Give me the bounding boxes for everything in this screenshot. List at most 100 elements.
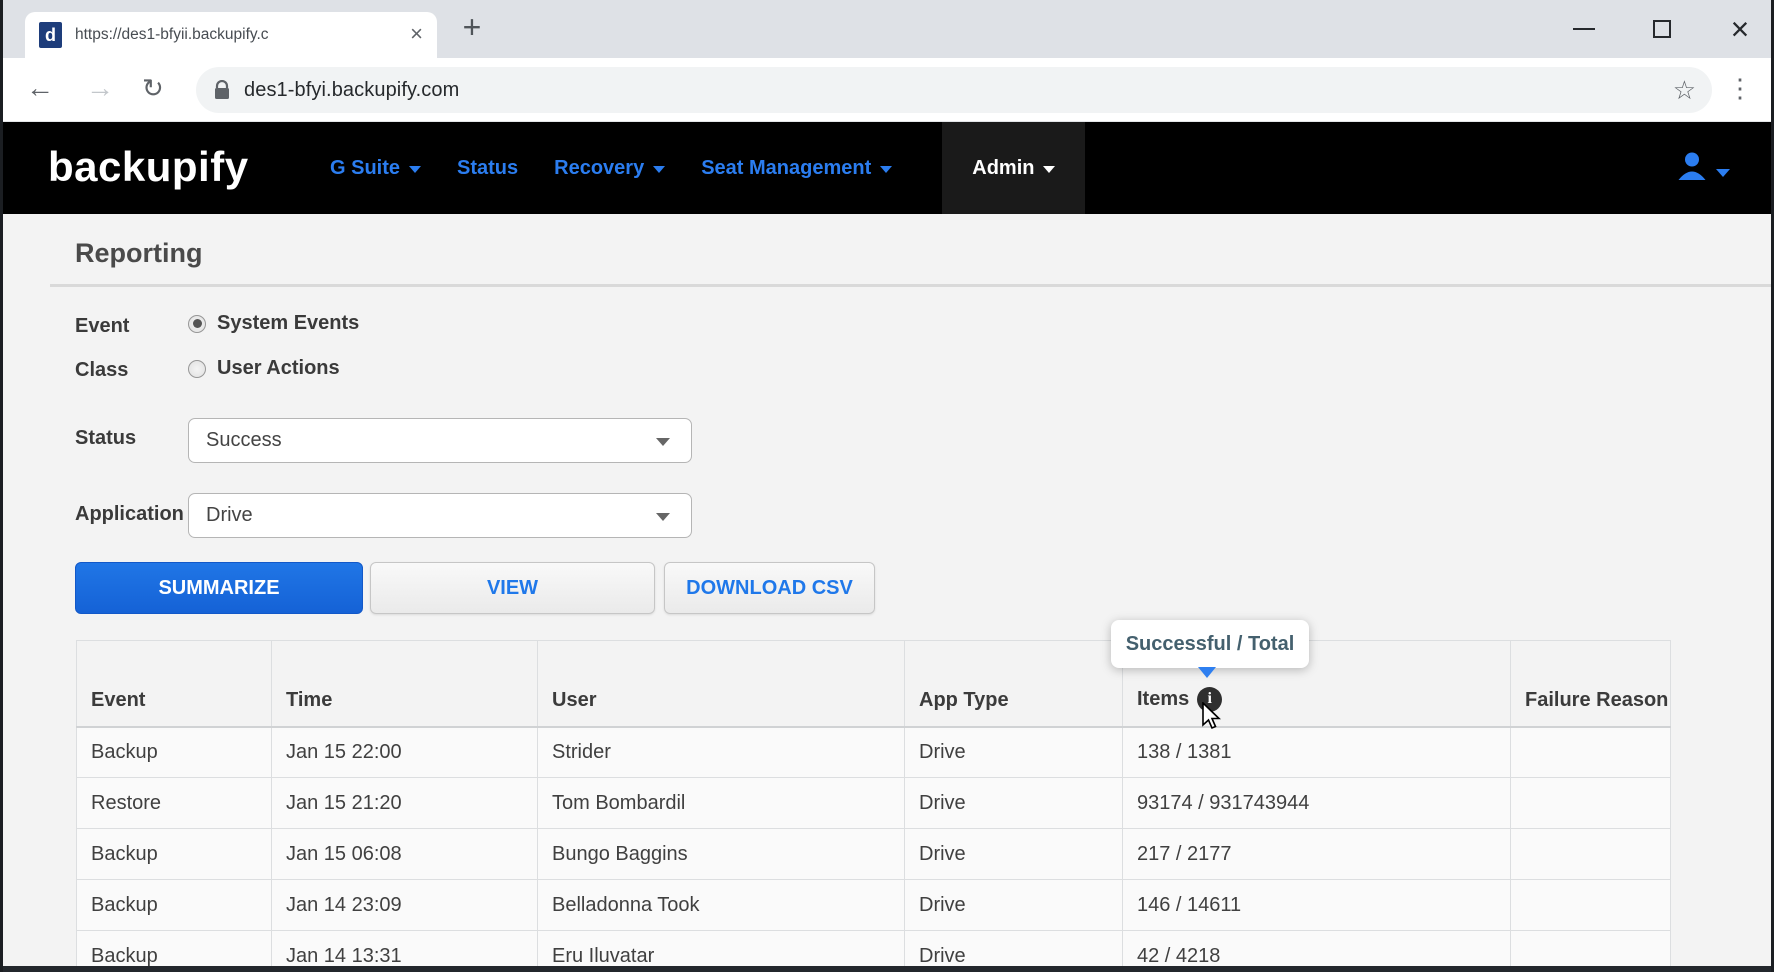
nav-item-label: Recovery bbox=[554, 157, 644, 180]
cell-app-type: Drive bbox=[905, 880, 1123, 931]
caret-down-icon bbox=[1043, 166, 1055, 173]
nav-item-label: Admin bbox=[972, 157, 1034, 180]
application-select-value: Drive bbox=[206, 504, 253, 526]
backupify-logo[interactable]: backupify bbox=[48, 122, 249, 214]
url-text: des1-bfyi.backupify.com bbox=[244, 79, 459, 102]
table-row: Backup Jan 15 06:08 Bungo Baggins Drive … bbox=[77, 829, 1671, 880]
tooltip-arrow-icon bbox=[1198, 667, 1216, 678]
table-header-row: Event Time User App Type Items i Failure… bbox=[77, 641, 1671, 727]
status-label: Status bbox=[75, 427, 136, 450]
page-title: Reporting bbox=[75, 238, 203, 269]
event-class-label-line1: Event bbox=[75, 304, 129, 348]
summarize-button[interactable]: SUMMARIZE bbox=[75, 562, 363, 614]
window-minimize-button[interactable] bbox=[1572, 17, 1596, 41]
table-row: Restore Jan 15 21:20 Tom Bombardil Drive… bbox=[77, 778, 1671, 829]
header-event: Event bbox=[77, 641, 272, 727]
header-failure-reason: Failure Reason bbox=[1511, 641, 1671, 727]
app-navbar: backupify G Suite Status Recovery Seat M… bbox=[0, 122, 1774, 214]
caret-down-icon bbox=[409, 166, 421, 173]
cell-items: 93174 / 931743944 bbox=[1123, 778, 1511, 829]
cell-app-type: Drive bbox=[905, 778, 1123, 829]
caret-down-icon bbox=[653, 166, 665, 173]
event-class-label: Event Class bbox=[75, 304, 129, 392]
nav-items: G Suite Status Recovery Seat Management … bbox=[330, 122, 1085, 214]
report-table: Event Time User App Type Items i Failure… bbox=[76, 640, 1671, 972]
table-row: Backup Jan 15 22:00 Strider Drive 138 / … bbox=[77, 727, 1671, 778]
header-user: User bbox=[538, 641, 905, 727]
nav-item-label: G Suite bbox=[330, 157, 400, 180]
cell-time: Jan 15 06:08 bbox=[272, 829, 538, 880]
reload-button[interactable]: ↻ bbox=[142, 58, 164, 121]
application-label: Application bbox=[75, 503, 191, 526]
nav-item-gsuite[interactable]: G Suite bbox=[330, 122, 421, 214]
cell-items: 146 / 14611 bbox=[1123, 880, 1511, 931]
status-select[interactable]: Success bbox=[188, 418, 692, 463]
status-select-value: Success bbox=[206, 429, 282, 451]
application-select[interactable]: Drive bbox=[188, 493, 692, 538]
mouse-cursor bbox=[1200, 702, 1224, 735]
browser-titlebar: d https://des1-bfyii.backupify.c × + × bbox=[0, 0, 1774, 58]
window-controls: × bbox=[1572, 0, 1752, 58]
nav-item-status[interactable]: Status bbox=[457, 122, 518, 214]
radio-dot bbox=[193, 319, 202, 328]
window-close-button[interactable]: × bbox=[1728, 17, 1752, 41]
radio-user-actions[interactable]: User Actions bbox=[188, 357, 340, 380]
reporting-page: Reporting Event Class System Events User… bbox=[0, 214, 1774, 972]
cell-failure-reason bbox=[1511, 880, 1671, 931]
user-menu[interactable] bbox=[1676, 122, 1730, 214]
cell-user: Strider bbox=[538, 727, 905, 778]
cell-items: 138 / 1381 bbox=[1123, 727, 1511, 778]
header-time: Time bbox=[272, 641, 538, 727]
view-button[interactable]: VIEW bbox=[370, 562, 655, 614]
header-app-type: App Type bbox=[905, 641, 1123, 727]
address-bar[interactable]: des1-bfyi.backupify.com ☆ bbox=[196, 67, 1712, 113]
new-tab-button[interactable]: + bbox=[452, 8, 492, 48]
radio-button[interactable] bbox=[188, 360, 206, 378]
back-button[interactable]: ← bbox=[26, 58, 54, 121]
event-class-label-line2: Class bbox=[75, 348, 129, 392]
browser-toolbar: ← → ↻ des1-bfyi.backupify.com ☆ ⋮ bbox=[0, 58, 1774, 122]
maximize-icon bbox=[1653, 20, 1671, 38]
cell-time: Jan 14 23:09 bbox=[272, 880, 538, 931]
download-csv-button[interactable]: DOWNLOAD CSV bbox=[664, 562, 875, 614]
forward-button[interactable]: → bbox=[86, 58, 114, 121]
header-items-label: Items bbox=[1137, 688, 1189, 711]
cell-event: Backup bbox=[77, 829, 272, 880]
cell-app-type: Drive bbox=[905, 727, 1123, 778]
cell-failure-reason bbox=[1511, 829, 1671, 880]
radio-system-events[interactable]: System Events bbox=[188, 312, 359, 335]
bookmark-star-icon[interactable]: ☆ bbox=[1673, 77, 1696, 103]
cell-time: Jan 15 22:00 bbox=[272, 727, 538, 778]
window-border-bottom bbox=[0, 966, 1774, 972]
window-border-left bbox=[0, 0, 3, 972]
radio-label[interactable]: User Actions bbox=[217, 357, 340, 380]
nav-item-admin[interactable]: Admin bbox=[942, 122, 1085, 214]
cell-app-type: Drive bbox=[905, 829, 1123, 880]
tab-close-icon[interactable]: × bbox=[410, 12, 423, 58]
cell-failure-reason bbox=[1511, 727, 1671, 778]
nav-item-label: Seat Management bbox=[701, 157, 871, 180]
nav-item-recovery[interactable]: Recovery bbox=[554, 122, 665, 214]
nav-item-seat-management[interactable]: Seat Management bbox=[701, 122, 892, 214]
browser-menu-icon[interactable]: ⋮ bbox=[1727, 58, 1753, 121]
items-tooltip: Successful / Total bbox=[1111, 620, 1309, 668]
radio-label[interactable]: System Events bbox=[217, 312, 359, 335]
tab-title-fade bbox=[325, 13, 369, 57]
title-divider bbox=[50, 284, 1774, 287]
user-icon bbox=[1676, 150, 1708, 187]
lock-icon bbox=[214, 80, 230, 101]
caret-down-icon bbox=[656, 438, 670, 446]
browser-tab[interactable]: d https://des1-bfyii.backupify.c × bbox=[25, 12, 437, 58]
cell-time: Jan 15 21:20 bbox=[272, 778, 538, 829]
cell-user: Bungo Baggins bbox=[538, 829, 905, 880]
site-favicon: d bbox=[39, 22, 62, 48]
table-row: Backup Jan 14 23:09 Belladonna Took Driv… bbox=[77, 880, 1671, 931]
radio-button-selected[interactable] bbox=[188, 315, 206, 333]
window-maximize-button[interactable] bbox=[1650, 17, 1674, 41]
caret-down-icon bbox=[880, 166, 892, 173]
cell-failure-reason bbox=[1511, 778, 1671, 829]
caret-down-icon bbox=[656, 513, 670, 521]
caret-down-icon bbox=[1716, 169, 1730, 177]
cell-user: Tom Bombardil bbox=[538, 778, 905, 829]
close-icon: × bbox=[1731, 17, 1750, 41]
